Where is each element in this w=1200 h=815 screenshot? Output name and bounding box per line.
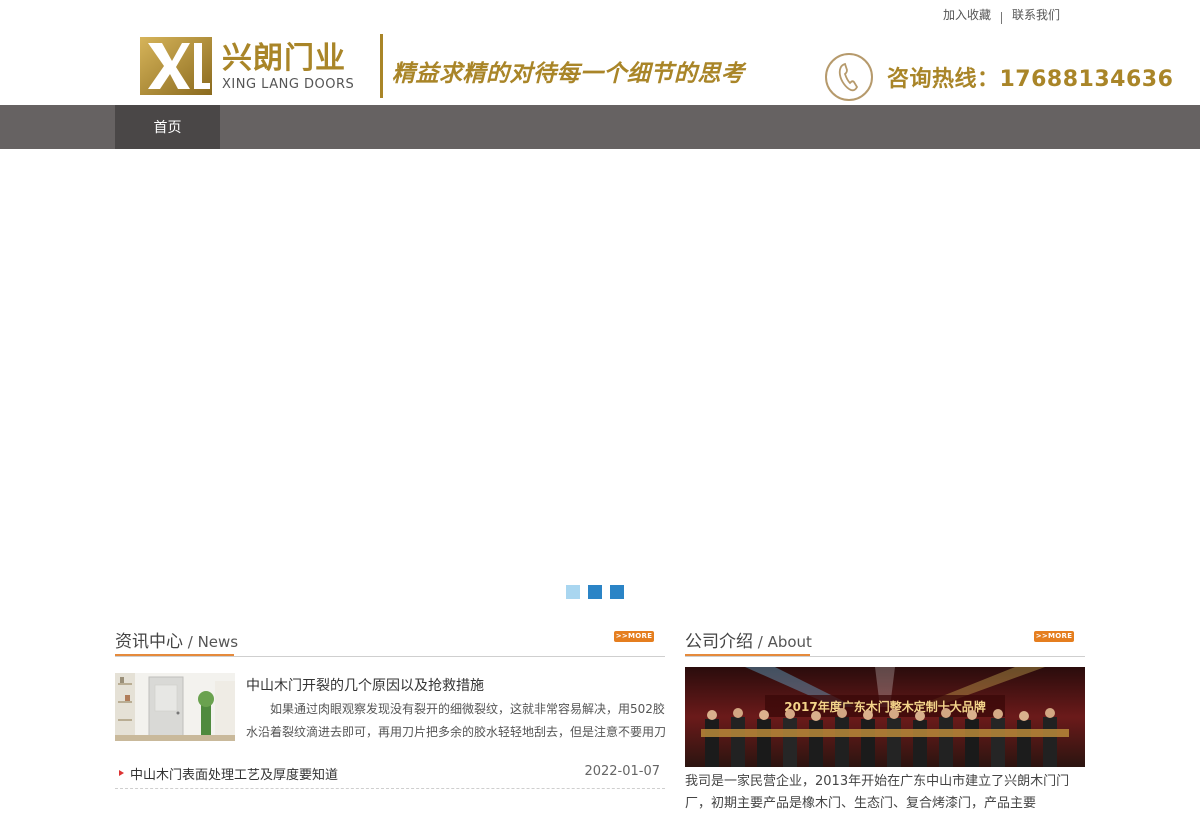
hero-banner (0, 149, 1200, 609)
main-nav: 首页 (0, 105, 1200, 149)
news-featured-excerpt: 如果通过肉眼观察发现没有裂开的细微裂纹，这就非常容易解决，用502胶水沿着裂纹滴… (246, 702, 666, 739)
news-title-en: / News (183, 633, 239, 651)
logo-mark-icon (140, 37, 212, 95)
about-section-title: 公司介绍 / About (685, 627, 812, 652)
news-more-button[interactable]: >>MORE (614, 631, 654, 642)
news-title-cn: 资讯中心 (115, 632, 183, 652)
news-row[interactable]: 中山木门表面处理工艺及厚度要知道 2022-01-07 (115, 764, 665, 788)
news-thumbnail[interactable] (115, 673, 235, 741)
news-featured-title[interactable]: 中山木门开裂的几个原因以及抢救措施 (246, 675, 484, 695)
header-divider (380, 34, 383, 98)
slider-dot-1[interactable] (566, 585, 580, 599)
site-logo[interactable]: 兴朗门业 XING LANG DOORS (140, 35, 370, 97)
news-section-rule (115, 656, 665, 657)
about-title-cn: 公司介绍 (685, 632, 753, 652)
slider-dots (566, 585, 624, 599)
phone-icon (825, 53, 873, 101)
about-description: 我司是一家民营企业，2013年开始在广东中山市建立了兴朗木门门厂，初期主要产品是… (685, 774, 1070, 811)
bookmark-link[interactable]: 加入收藏 (943, 6, 991, 23)
top-links: 加入收藏 联系我们 (943, 6, 1060, 24)
hotline: 咨询热线：17688134636 (825, 53, 1173, 101)
logo-english-name: XING LANG DOORS (222, 77, 355, 92)
news-row-title[interactable]: 中山木门表面处理工艺及厚度要知道 (130, 764, 338, 783)
about-title-underline (685, 654, 810, 656)
hotline-number: 咨询热线：17688134636 (887, 67, 1174, 92)
nav-item-home[interactable]: 首页 (115, 105, 220, 149)
top-links-divider (1001, 11, 1003, 24)
logo-chinese-name: 兴朗门业 (222, 41, 346, 76)
about-more-button[interactable]: >>MORE (1034, 631, 1074, 642)
contact-link[interactable]: 联系我们 (1012, 6, 1060, 23)
slider-dot-3[interactable] (610, 585, 624, 599)
bullet-icon (119, 770, 124, 776)
about-title-en: / About (753, 633, 812, 651)
slider-dot-2[interactable] (588, 585, 602, 599)
news-title-underline (115, 654, 234, 656)
news-section-title: 资讯中心 / News (115, 627, 238, 652)
header-slogan: 精益求精的对待每一个细节的思考 (392, 61, 745, 87)
about-section-rule (685, 656, 1085, 657)
about-photo[interactable]: 2017年度广东木门整木定制十大品牌 (685, 667, 1085, 767)
news-row-divider (115, 788, 665, 789)
news-row-date: 2022-01-07 (584, 764, 660, 779)
